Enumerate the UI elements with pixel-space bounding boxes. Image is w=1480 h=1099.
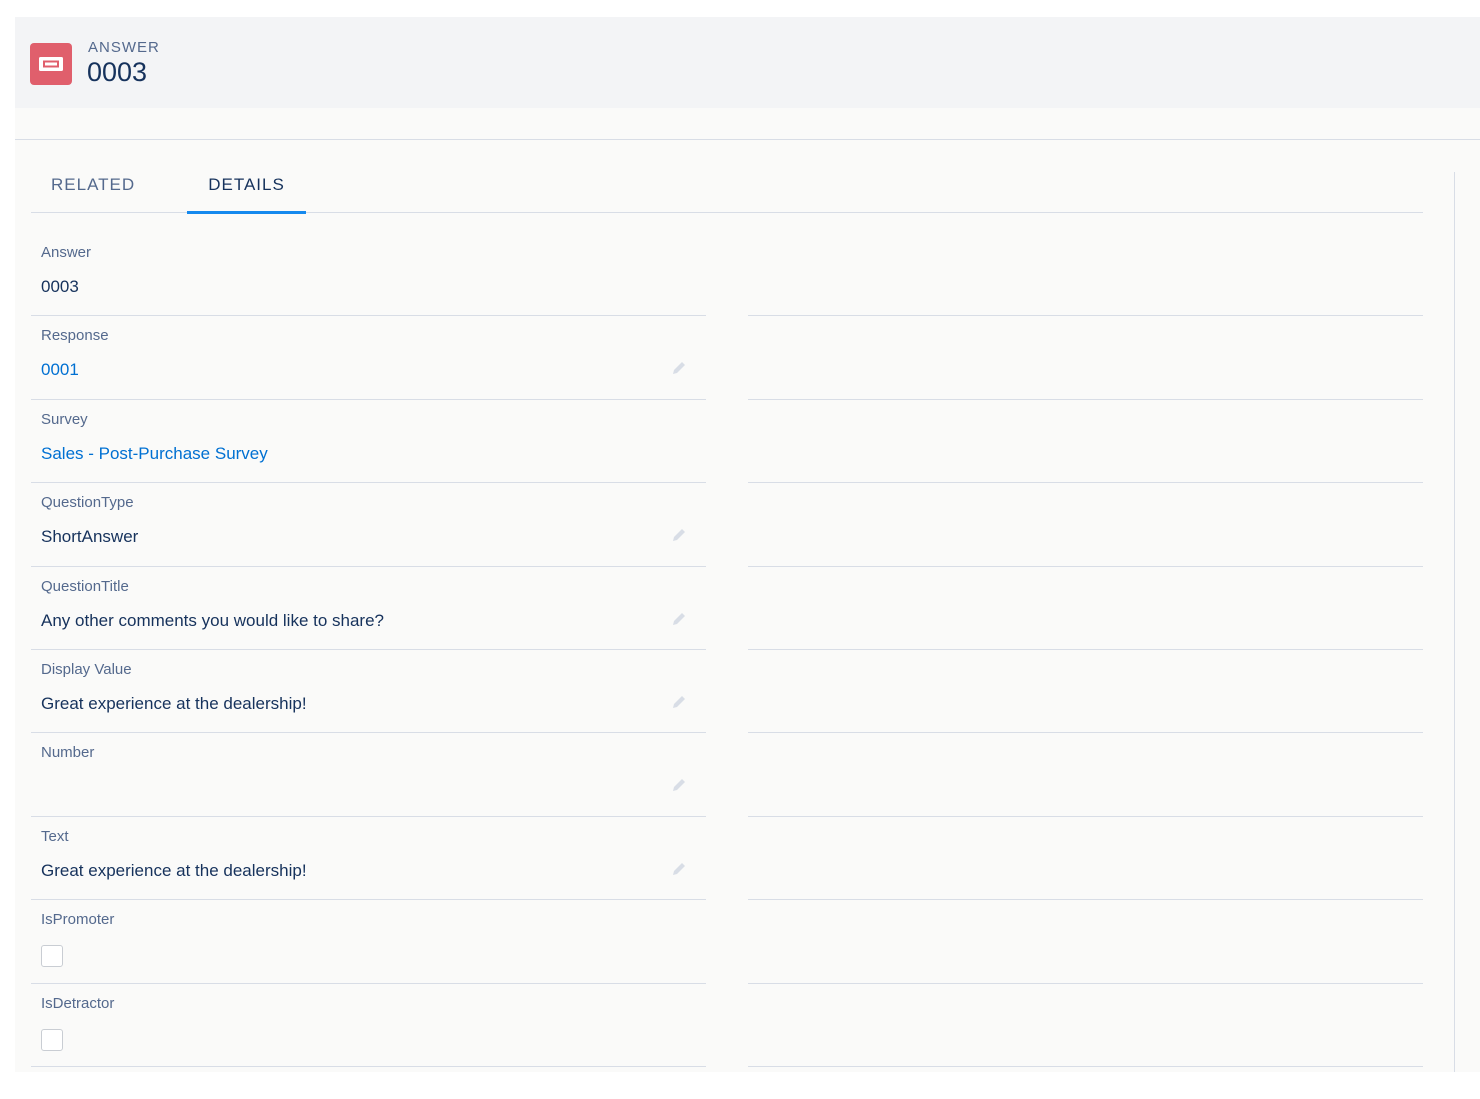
details-field-list: Answer 0003 Response 0001 Survey Sales -… [31, 233, 1423, 1067]
field-label: Number [41, 744, 95, 762]
tab-related[interactable]: RELATED [51, 157, 134, 213]
empty-field-column [748, 650, 1423, 734]
pencil-icon[interactable] [671, 611, 687, 627]
empty-field-column [748, 817, 1423, 901]
pencil-icon[interactable] [671, 777, 687, 793]
field-row-question-type: QuestionType ShortAnswer [31, 483, 1423, 567]
field-row-is-detractor: IsDetractor [31, 984, 1423, 1067]
field-value: Great experience at the dealership! [41, 860, 307, 880]
pencil-icon[interactable] [671, 694, 687, 710]
field-label: Text [41, 827, 69, 845]
field-label: QuestionTitle [41, 577, 129, 595]
field-row-question-title: QuestionTitle Any other comments you wou… [31, 567, 1423, 650]
field-value: Any other comments you would like to sha… [41, 610, 385, 630]
scrollbar-track[interactable] [1454, 172, 1455, 1072]
header-divider [15, 139, 1480, 140]
ticket-icon [30, 43, 72, 85]
field-label: QuestionType [41, 494, 134, 512]
object-type-label: ANSWER [88, 39, 160, 56]
field-label: Survey [41, 410, 88, 428]
page-title: 0003 [87, 57, 148, 87]
pencil-icon[interactable] [671, 861, 687, 877]
empty-field-column [748, 483, 1423, 567]
field-row-text: Text Great experience at the dealership! [31, 817, 1423, 901]
survey-link[interactable]: Sales - Post-Purchase Survey [41, 444, 268, 464]
field-row-number: Number [31, 733, 1423, 817]
response-link[interactable]: 0001 [41, 360, 79, 380]
field-text: Text Great experience at the dealership! [31, 817, 706, 901]
tab-details[interactable]: DETAILS [187, 157, 306, 214]
field-value: Great experience at the dealership! [41, 693, 307, 713]
field-label: IsDetractor [41, 994, 115, 1012]
field-question-title: QuestionTitle Any other comments you wou… [31, 567, 706, 650]
empty-field-column [748, 316, 1423, 400]
field-row-is-promoter: IsPromoter [31, 900, 1423, 984]
field-answer: Answer 0003 [31, 233, 706, 317]
pencil-icon[interactable] [671, 360, 687, 376]
is-promoter-checkbox [41, 945, 63, 968]
field-row-survey: Survey Sales - Post-Purchase Survey [31, 400, 1423, 484]
is-detractor-checkbox [41, 1028, 63, 1051]
record-header: ANSWER 0003 [15, 17, 1480, 108]
field-row-response: Response 0001 [31, 316, 1423, 400]
tab-bar: RELATED DETAILS [31, 157, 1423, 214]
field-label: Display Value [41, 660, 132, 678]
empty-field-column [748, 900, 1423, 984]
empty-field-column [748, 984, 1423, 1067]
field-response: Response 0001 [31, 316, 706, 400]
field-label: Response [41, 327, 109, 345]
empty-field-column [748, 233, 1423, 317]
field-display-value: Display Value Great experience at the de… [31, 650, 706, 734]
field-is-detractor: IsDetractor [31, 984, 706, 1067]
field-question-type: QuestionType ShortAnswer [31, 483, 706, 567]
field-is-promoter: IsPromoter [31, 900, 706, 984]
empty-field-column [748, 733, 1423, 817]
field-row-answer: Answer 0003 [31, 233, 1423, 317]
field-number: Number [31, 733, 706, 817]
field-survey: Survey Sales - Post-Purchase Survey [31, 400, 706, 484]
field-value: ShortAnswer [41, 527, 139, 547]
record-page: ANSWER 0003 RELATED DETAILS Answer 0003 … [15, 17, 1480, 1072]
field-label: IsPromoter [41, 911, 115, 929]
empty-field-column [748, 400, 1423, 484]
field-value: 0003 [41, 277, 79, 296]
pencil-icon[interactable] [671, 527, 687, 543]
field-label: Answer [41, 244, 92, 261]
empty-field-column [748, 567, 1423, 650]
field-row-display-value: Display Value Great experience at the de… [31, 650, 1423, 734]
